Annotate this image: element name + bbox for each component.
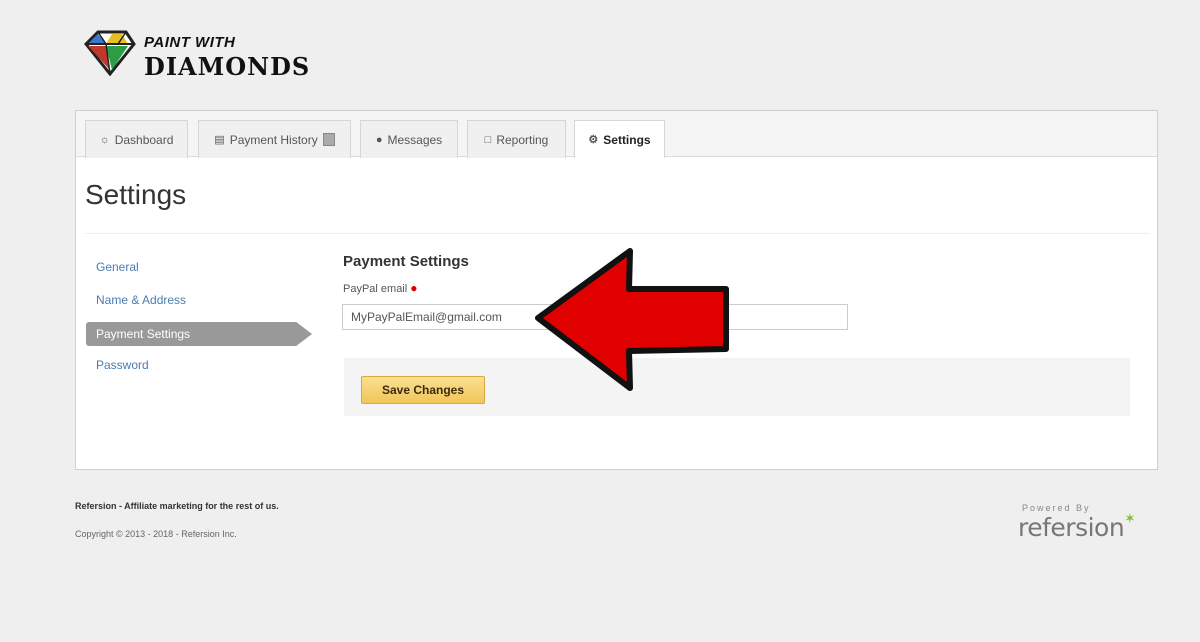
tab-bar: ☼ Dashboard ▤ Payment History ● Messages… xyxy=(76,111,1157,158)
chat-bubble-icon: ● xyxy=(375,133,383,146)
dashboard-icon: ☼ xyxy=(99,133,110,146)
tab-dashboard[interactable]: ☼ Dashboard xyxy=(85,120,188,158)
brand-line1: PAINT WITH xyxy=(144,34,236,51)
tab-reporting[interactable]: □ Reporting xyxy=(467,120,566,158)
tab-label: Dashboard xyxy=(114,132,174,147)
sidebar-item-general[interactable]: General xyxy=(96,260,139,274)
money-icon: ▤ xyxy=(214,134,225,146)
red-arrow-annotation xyxy=(535,248,729,391)
star-icon: ✶ xyxy=(1124,510,1136,526)
required-indicator: ● xyxy=(410,281,418,295)
tab-settings[interactable]: ⚙ Settings xyxy=(574,120,665,158)
footer-tagline: Refersion - Affiliate marketing for the … xyxy=(75,501,279,511)
footer-copyright: Copyright © 2013 - 2018 - Refersion Inc. xyxy=(75,529,237,539)
tab-payment-history[interactable]: ▤ Payment History xyxy=(198,120,351,158)
tab-label: Reporting xyxy=(496,132,549,147)
sidebar-item-payment-settings[interactable]: Payment Settings xyxy=(86,322,312,346)
form-actions: Save Changes xyxy=(344,358,1130,416)
sidebar-item-name-address[interactable]: Name & Address xyxy=(96,293,186,307)
page-title: Settings xyxy=(85,179,187,210)
tab-messages[interactable]: ● Messages xyxy=(360,120,458,158)
count-badge xyxy=(322,133,335,146)
sidebar-item-password[interactable]: Password xyxy=(96,358,149,372)
brand-line2: DIAMONDS xyxy=(144,52,311,81)
diamond-icon xyxy=(83,30,136,76)
tab-label: Payment History xyxy=(229,132,318,147)
bar-chart-icon: □ xyxy=(484,133,492,146)
section-title: Payment Settings xyxy=(343,253,469,270)
label-text: PayPal email xyxy=(343,283,408,295)
paypal-email-label: PayPal email ● xyxy=(343,281,417,295)
sidebar-item-label: Payment Settings xyxy=(96,327,191,341)
powered-by-label: Powered By xyxy=(1022,503,1091,513)
tab-label: Settings xyxy=(603,132,651,147)
powered-by-logo[interactable]: refersion xyxy=(1018,513,1125,542)
tab-label: Messages xyxy=(387,132,443,147)
gear-icon: ⚙ xyxy=(588,134,599,146)
brand-logo[interactable]: PAINT WITH DIAMONDS xyxy=(82,28,322,88)
save-changes-button[interactable]: Save Changes xyxy=(361,376,485,404)
divider xyxy=(85,233,1149,234)
